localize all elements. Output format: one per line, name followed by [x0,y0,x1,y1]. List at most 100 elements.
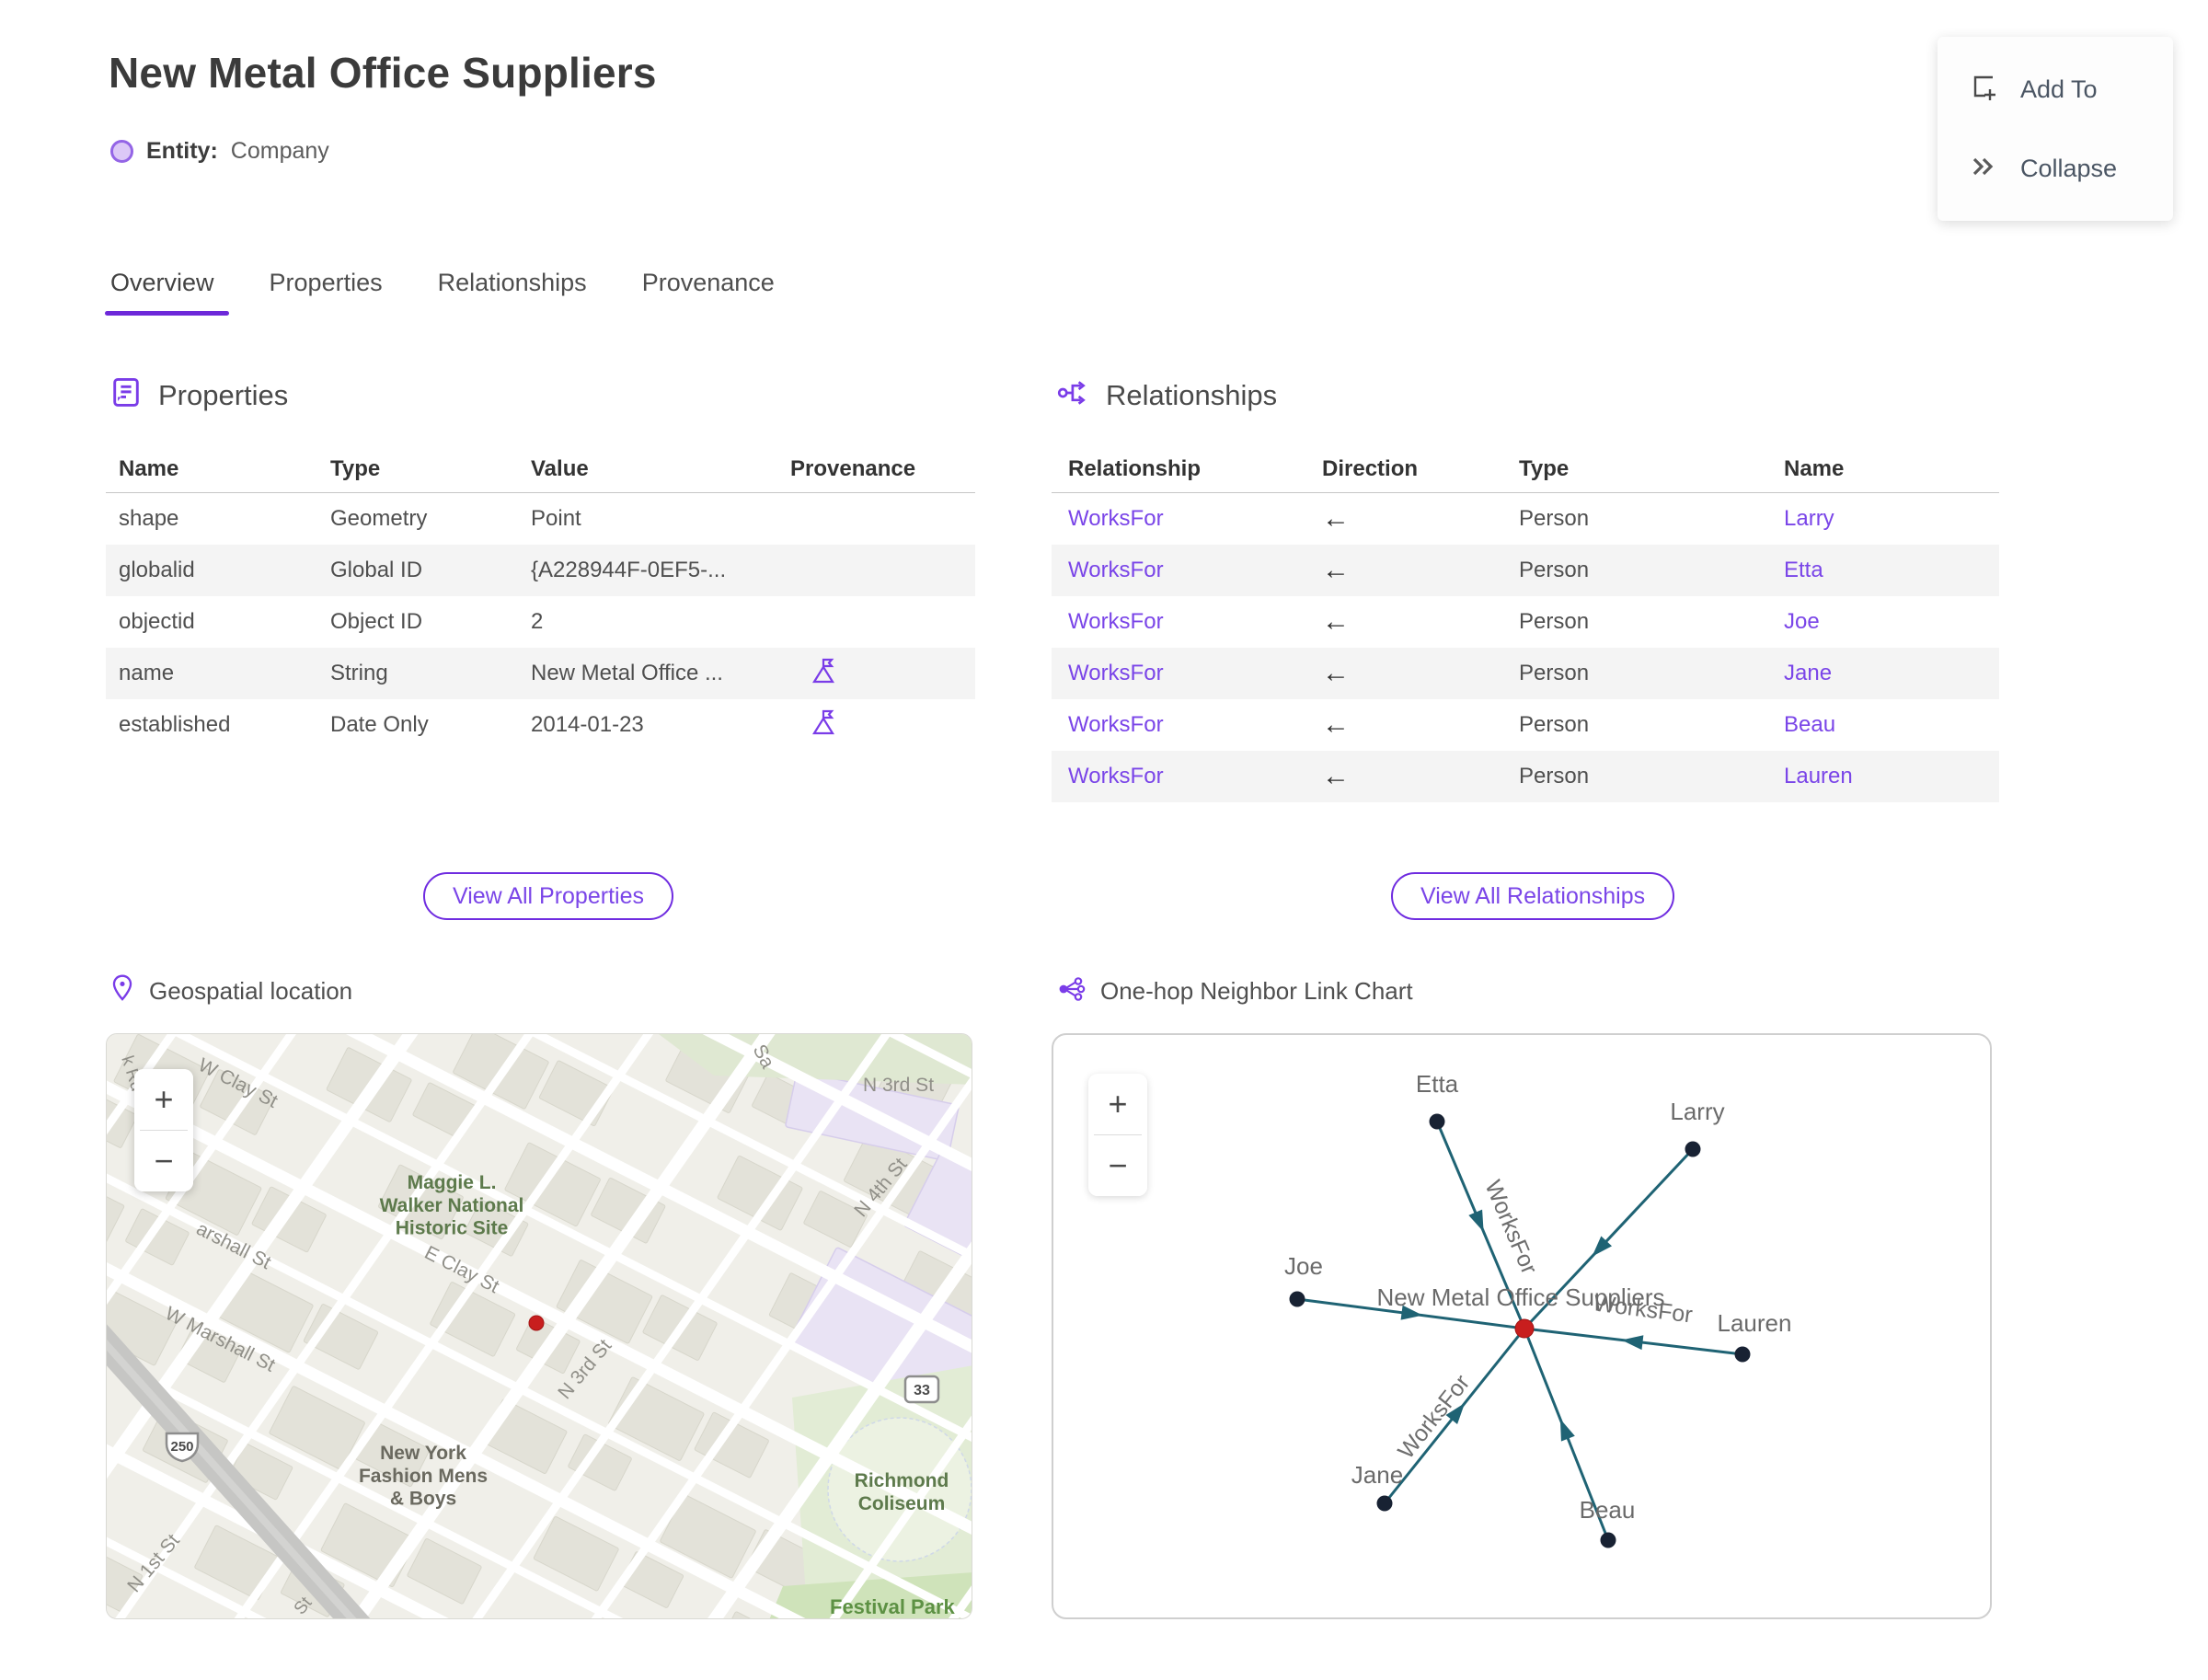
table-row: established Date Only 2014-01-23 [106,699,975,751]
linkchart-section-title: One-hop Neighbor Link Chart [1100,977,1413,1005]
relationship-link[interactable]: WorksFor [1068,661,1322,686]
map-label: Festival Park [830,1595,956,1618]
properties-icon [109,375,144,415]
map-label: N 3rd St [863,1075,934,1096]
one-hop-link-chart[interactable]: WorksFor WorksFor WorksFor Etta Larry Joe Laur… [1052,1033,1992,1619]
properties-section-title: Properties [158,378,289,411]
edge-label: WorksFor [1393,1370,1475,1464]
properties-table-header: Name Type Value Provenance [106,445,975,493]
add-to-button[interactable]: Add To [1938,50,2173,129]
map-label: Richmond Coliseum [855,1470,949,1514]
relationship-link[interactable]: WorksFor [1068,558,1322,583]
graph-node-Joe[interactable] [1289,1291,1305,1307]
table-row: WorksFor ← Person Joe [1052,596,1999,648]
entity-type-row: Entity: Company [110,138,329,165]
direction-arrow: ← [1322,606,1350,637]
col-provenance: Provenance [790,455,916,481]
view-all-properties-button[interactable]: View All Properties [423,872,673,920]
entity-type-badge-icon [110,140,133,163]
link-chart-canvas[interactable]: WorksForWorksForWorksForEttaLarryJoeLaur… [1053,1035,1990,1617]
graph-node-Jane[interactable] [1376,1495,1393,1512]
edge-label: WorksFor [1479,1177,1542,1278]
chevrons-right-icon [1965,150,1998,188]
graph-node-Beau[interactable] [1600,1532,1616,1548]
table-row: WorksFor ← Person Beau [1052,699,1999,751]
entity-detail-page: New Metal Office Suppliers Entity: Compa… [0,0,2208,1680]
table-row: WorksFor ← Person Lauren [1052,751,1999,802]
view-all-relationships-button[interactable]: View All Relationships [1391,872,1675,920]
entity-name-link[interactable]: Joe [1784,609,1999,635]
geospatial-section-title: Geospatial location [149,977,353,1005]
map-entity-marker[interactable] [528,1315,545,1331]
edge-arrowhead [1468,1209,1484,1232]
tab-overview[interactable]: Overview [105,269,229,316]
relationship-link[interactable]: WorksFor [1068,506,1322,532]
table-row: objectid Object ID 2 [119,609,544,634]
map-canvas[interactable]: k Rd W Clay St SaN 3rd StN 4th Starshall S… [107,1034,972,1619]
col-type: Type [330,455,381,481]
provenance-flag-icon[interactable] [790,708,975,743]
col-value: Value [531,455,589,481]
relationship-link[interactable]: WorksFor [1068,712,1322,738]
floating-action-panel: Add To Collapse [1938,37,2173,221]
entity-name-link[interactable]: Lauren [1784,764,1999,789]
entity-name-link[interactable]: Beau [1784,712,1999,738]
edge-arrowhead [1621,1335,1644,1351]
node-label-Jane: Jane [1351,1461,1403,1489]
entity-name-link[interactable]: Etta [1784,558,1999,583]
graph-node-center[interactable] [1514,1318,1535,1339]
one-hop-graph-icon [1056,973,1087,1009]
tab-provenance[interactable]: Provenance [640,269,776,316]
relationships-section-header: Relationships [1056,375,1277,415]
relationships-table-header: Relationship Direction Type Name [1052,445,1999,493]
provenance-flag-icon[interactable] [790,656,975,692]
svg-text:250: 250 [170,1439,193,1455]
relationships-table: Relationship Direction Type Name WorksFo… [1052,445,1999,802]
add-to-label: Add To [2020,75,2098,103]
col-name: Name [119,455,179,481]
page-title: New Metal Office Suppliers [109,49,657,97]
geospatial-section-header: Geospatial location [109,973,352,1009]
node-label-center: New Metal Office Suppliers [1376,1283,1664,1311]
entity-type-value: Company [230,138,329,164]
entity-name-link[interactable]: Jane [1784,661,1999,686]
node-label-Joe: Joe [1284,1252,1323,1280]
svg-text:33: 33 [914,1383,930,1398]
chart-zoom-control: + − [1088,1074,1147,1196]
add-to-icon [1965,71,1998,109]
direction-arrow: ← [1322,658,1350,688]
table-row: name String New Metal Office ... [106,648,975,699]
relationship-link[interactable]: WorksFor [1068,609,1322,635]
graph-node-Larry[interactable] [1685,1141,1701,1157]
graph-node-Etta[interactable] [1429,1113,1445,1130]
direction-arrow: ← [1322,555,1350,585]
node-label-Etta: Etta [1416,1070,1459,1098]
tab-properties[interactable]: Properties [268,269,385,316]
chart-zoom-in-button[interactable]: + [1088,1074,1147,1134]
geospatial-map[interactable]: k Rd W Clay St Sa N 3rd St N 4th St arshall S… [106,1033,972,1619]
entity-name-link[interactable]: Larry [1784,506,1999,532]
node-label-Beau: Beau [1580,1496,1636,1524]
linkchart-section-header: One-hop Neighbor Link Chart [1056,973,1413,1009]
direction-arrow: ← [1322,709,1350,740]
map-zoom-out-button[interactable]: − [134,1131,193,1191]
entity-label: Entity: [146,138,218,164]
node-label-Larry: Larry [1670,1098,1724,1125]
table-row: WorksFor ← Person Jane [1052,648,1999,699]
tab-relationships[interactable]: Relationships [436,269,589,316]
graph-node-Lauren[interactable] [1734,1346,1751,1363]
relationship-link[interactable]: WorksFor [1068,764,1322,789]
map-zoom-control: + − [134,1069,193,1191]
properties-section-header: Properties [109,375,288,415]
map-pin-icon [109,973,136,1009]
table-row: globalid Global ID {A228944F-0EF5-... [106,545,975,596]
relationships-icon [1056,375,1091,415]
collapse-button[interactable]: Collapse [1938,129,2173,208]
table-row: shape Geometry Point [119,506,581,531]
map-zoom-in-button[interactable]: + [134,1069,193,1130]
collapse-label: Collapse [2020,154,2118,182]
node-label-Lauren: Lauren [1718,1309,1792,1337]
chart-zoom-out-button[interactable]: − [1088,1135,1147,1196]
route-shield-33: 33 [903,1375,940,1404]
direction-arrow: ← [1322,761,1350,791]
